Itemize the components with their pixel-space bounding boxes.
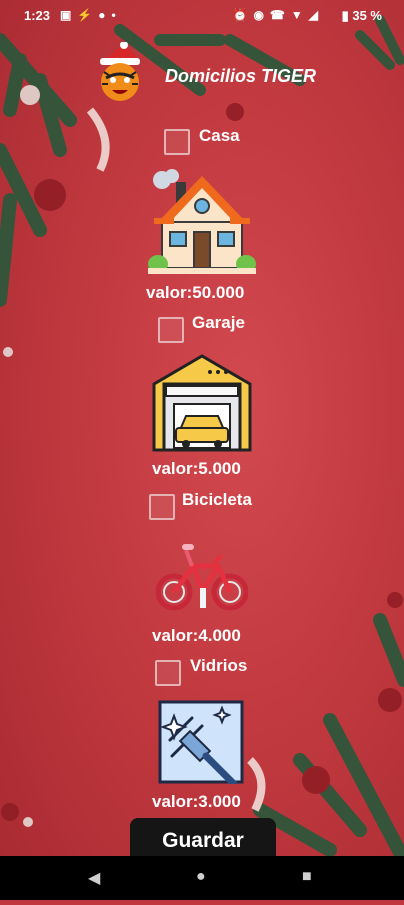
window-cleaning-icon bbox=[158, 700, 244, 788]
wifi-icon: ▼ bbox=[290, 8, 309, 22]
back-icon[interactable]: ◀ bbox=[88, 868, 100, 888]
battery-icon: ▮ bbox=[341, 8, 349, 23]
alarm-icon: ⏰ bbox=[232, 8, 254, 22]
vibrate-icon: ◉ bbox=[253, 8, 270, 22]
checkbox-vidrios[interactable] bbox=[155, 660, 181, 686]
battery-percent: 35 % bbox=[352, 8, 382, 23]
garage-icon bbox=[152, 354, 252, 452]
photo-icon: ▣ bbox=[60, 8, 78, 22]
item-value-vidrios: valor:3.000 bbox=[152, 792, 241, 811]
recents-icon[interactable]: ■ bbox=[302, 868, 312, 886]
item-value-casa: valor:50.000 bbox=[146, 283, 245, 302]
item-value-garaje: valor:5.000 bbox=[152, 459, 241, 478]
checkbox-garaje[interactable] bbox=[158, 317, 184, 343]
checkbox-casa[interactable] bbox=[164, 129, 190, 155]
status-bar: 1:23 ▣⚡●• ⏰◉☎▼◢ ▮ 35 % bbox=[0, 0, 404, 32]
bicycle-icon bbox=[155, 540, 249, 614]
app-header: Domicilios TIGER bbox=[0, 38, 404, 108]
checkbox-bicicleta[interactable] bbox=[149, 494, 175, 520]
item-value-bicicleta: valor:4.000 bbox=[152, 626, 241, 645]
wifi-calling-icon: ☎ bbox=[269, 8, 291, 22]
run-icon: ⚡ bbox=[77, 8, 99, 22]
signal-icon: ◢ bbox=[308, 8, 324, 22]
item-label-casa: Casa bbox=[199, 126, 240, 145]
tiger-santa-logo bbox=[94, 41, 146, 104]
battery-indicator: ▮ 35 % bbox=[342, 8, 382, 24]
system-nav-bar: ◀ ● ■ bbox=[0, 856, 404, 900]
dot-icon: • bbox=[111, 8, 122, 22]
item-label-bicicleta: Bicicleta bbox=[182, 490, 252, 509]
house-icon bbox=[148, 166, 256, 276]
home-icon[interactable]: ● bbox=[196, 868, 206, 886]
item-label-vidrios: Vidrios bbox=[190, 656, 248, 675]
item-label-garaje: Garaje bbox=[192, 313, 245, 332]
status-left-icons: ▣⚡●• bbox=[60, 8, 122, 22]
circle-icon: ● bbox=[98, 8, 112, 22]
app-title: Domicilios TIGER bbox=[165, 66, 317, 86]
status-right-icons: ⏰◉☎▼◢ bbox=[232, 8, 324, 22]
status-time: 1:23 bbox=[24, 8, 51, 23]
